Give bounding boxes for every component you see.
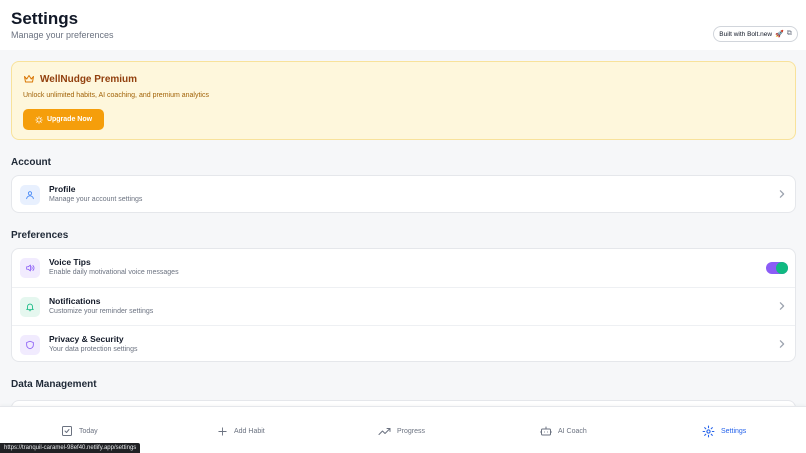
calendar-check-icon [62,426,72,436]
gear-icon [702,425,715,437]
premium-title: WellNudge Premium [40,74,138,85]
settings-item-description: Customize your reminder settings [49,308,154,315]
profile-icon-box [20,185,40,205]
bell-icon [26,303,34,312]
page-subtitle: Manage your preferences [11,30,114,40]
toggle-knob [776,262,788,274]
chevron-right-icon [779,190,785,198]
premium-banner: WellNudge Premium Unlock unlimited habit… [11,61,796,140]
nav-item-settings[interactable]: Settings [702,424,746,438]
settings-item-description: Your data protection settings [49,346,138,353]
page-header: Settings Manage your preferences Built w… [0,0,806,50]
bolt-badge-label: Built with Bolt.new [719,30,773,38]
settings-item-title: Notifications [49,296,101,306]
trending-up-icon [378,427,391,435]
sparkle-icon [35,115,43,124]
nav-item-add-habit[interactable]: Add Habit [217,424,265,438]
voice-tips-icon-box [20,258,40,278]
settings-item-title: Privacy & Security [49,334,124,344]
chevron-right-icon [779,302,785,310]
voice-tips-toggle[interactable] [766,262,788,274]
nav-label: AI Coach [558,427,587,435]
section-title-account: Account [11,157,51,168]
premium-description: Unlock unlimited habits, AI coaching, an… [23,92,209,99]
settings-item-notifications[interactable]: Notifications Customize your reminder se… [12,287,795,325]
nav-label: Progress [397,427,426,435]
external-link-icon: ⧉ [786,30,792,37]
upgrade-now-button[interactable]: Upgrade Now [23,109,104,130]
settings-item-description: Enable daily motivational voice messages [49,269,179,276]
settings-item-title: Voice Tips [49,257,91,267]
built-with-bolt-badge[interactable]: Built with Bolt.new 🚀 ⧉ [713,26,798,42]
settings-item-title: Profile [49,184,76,194]
account-card: Profile Manage your account settings [11,175,796,213]
settings-item-profile[interactable]: Profile Manage your account settings [12,176,795,212]
speaker-icon [26,264,35,272]
section-title-preferences: Preferences [11,230,69,241]
settings-item-privacy-security[interactable]: Privacy & Security Your data protection … [12,325,795,361]
bot-icon [540,426,552,436]
section-title-data-management: Data Management [11,379,97,390]
user-icon [26,191,34,200]
rocket-icon: 🚀 [775,31,784,38]
shield-icon [26,340,34,350]
nav-label: Settings [721,427,747,435]
plus-icon [218,426,227,436]
notifications-icon-box [20,297,40,317]
upgrade-now-label: Upgrade Now [46,116,93,123]
settings-item-voice-tips: Voice Tips Enable daily motivational voi… [12,249,795,287]
nav-label: Add Habit [234,427,265,435]
page-title: Settings [11,9,79,28]
privacy-icon-box [20,335,40,355]
nav-item-progress[interactable]: Progress [378,424,425,438]
crown-icon [24,75,34,83]
nav-label: Today [79,427,98,435]
chevron-right-icon [779,340,785,348]
nav-item-today[interactable]: Today [61,424,98,438]
nav-item-ai-coach[interactable]: AI Coach [540,424,587,438]
preferences-card: Voice Tips Enable daily motivational voi… [11,248,796,362]
status-bar-url: https://tranquil-caramel-98ef40.netlify.… [0,443,141,453]
settings-item-description: Manage your account settings [49,196,143,203]
